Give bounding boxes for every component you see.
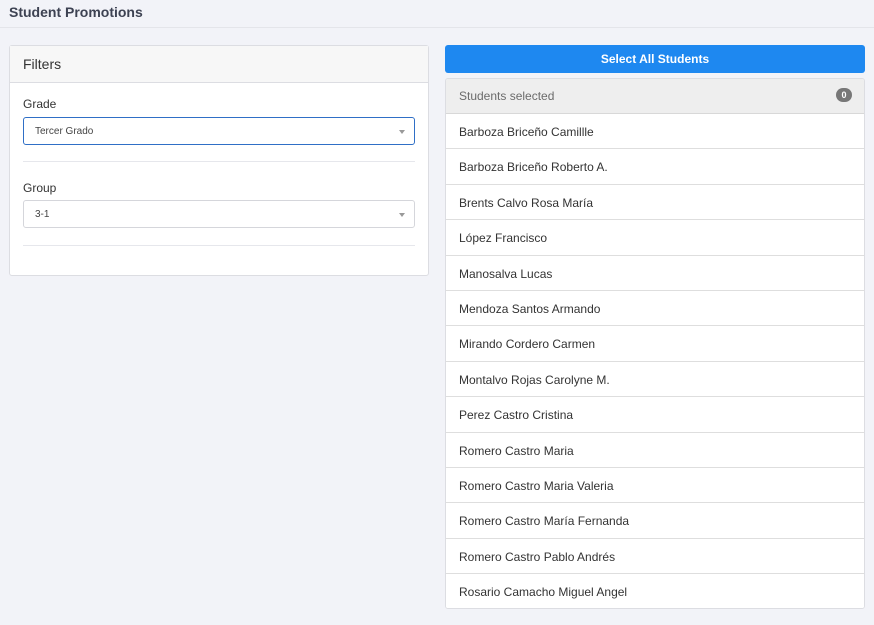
student-list-item[interactable]: Rosario Camacho Miguel Angel: [446, 574, 864, 608]
student-list-item[interactable]: Perez Castro Cristina: [446, 397, 864, 433]
chevron-down-icon: [399, 213, 405, 217]
student-list-item[interactable]: Barboza Briceño Camillle: [446, 114, 864, 150]
student-list-item[interactable]: Romero Castro Pablo Andrés: [446, 538, 864, 575]
group-label: Group: [23, 181, 57, 195]
student-list-item[interactable]: Romero Castro María Fernanda: [446, 503, 864, 539]
page-header: Student Promotions: [0, 0, 874, 28]
filters-title: Filters: [10, 46, 428, 83]
student-list-item[interactable]: Romero Castro Maria: [446, 432, 864, 468]
students-panel: Students selected 0 Barboza Briceño Cami…: [445, 78, 865, 609]
page-title: Student Promotions: [9, 4, 143, 20]
student-list-item[interactable]: Mirando Cordero Carmen: [446, 326, 864, 362]
students-selected-label: Students selected: [459, 89, 555, 103]
student-list-item[interactable]: Manosalva Lucas: [446, 255, 864, 291]
select-all-students-button[interactable]: Select All Students: [445, 45, 865, 73]
student-list-item[interactable]: Montalvo Rojas Carolyne M.: [446, 361, 864, 398]
student-list-item[interactable]: Barboza Briceño Roberto A.: [446, 149, 864, 185]
selected-count-badge: 0: [836, 88, 852, 102]
student-list-item[interactable]: Mendoza Santos Armando: [446, 290, 864, 327]
student-list-item[interactable]: Romero Castro Maria Valeria: [446, 467, 864, 504]
filters-card: Filters Grade Tercer Grado Group 3-1: [9, 45, 429, 276]
chevron-down-icon: [399, 130, 405, 134]
divider: [23, 161, 415, 162]
group-select[interactable]: 3-1: [23, 200, 415, 228]
grade-label: Grade: [23, 97, 57, 111]
group-select-value: 3-1: [35, 209, 50, 220]
student-list-item[interactable]: Brents Calvo Rosa María: [446, 184, 864, 221]
grade-select-value: Tercer Grado: [35, 126, 94, 137]
divider: [23, 245, 415, 246]
student-list: Barboza Briceño Camillle Barboza Briceño…: [446, 114, 864, 608]
grade-select[interactable]: Tercer Grado: [23, 117, 415, 145]
students-selected-header: Students selected 0: [446, 79, 864, 114]
student-list-item[interactable]: López Francisco: [446, 220, 864, 256]
